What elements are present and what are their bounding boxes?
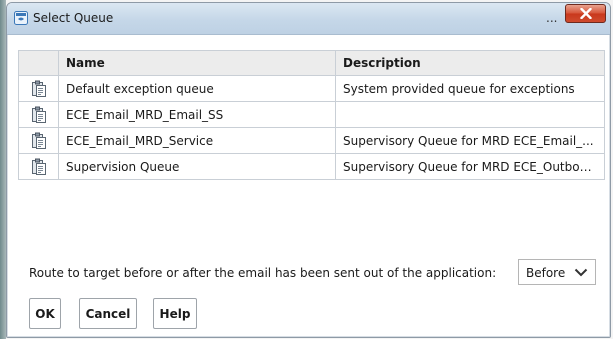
queue-description-cell: Supervisory Queue for MRD ECE_Email_... (335, 127, 605, 154)
route-timing-dropdown[interactable]: Before (518, 259, 596, 285)
chevron-down-icon (574, 268, 588, 277)
ok-button[interactable]: OK (29, 298, 61, 329)
table-row[interactable]: ECE_Email_MRD_Email_SS (18, 101, 605, 128)
close-icon (580, 8, 592, 19)
queue-clipboard-icon (31, 132, 46, 149)
table-row[interactable]: Default exception queue System provided … (18, 75, 605, 102)
row-icon-cell (18, 127, 59, 154)
queue-description-cell: System provided queue for exceptions (335, 75, 605, 102)
title-bar[interactable]: Select Queue ... (7, 3, 610, 35)
title-ellipsis: ... (546, 11, 558, 25)
queue-name-cell: ECE_Email_MRD_Email_SS (58, 101, 336, 128)
queue-name-cell: Supervision Queue (58, 153, 336, 180)
dialog-title: Select Queue (33, 11, 114, 25)
table-row[interactable]: ECE_Email_MRD_Service Supervisory Queue … (18, 127, 605, 154)
queue-clipboard-icon (31, 106, 46, 123)
column-header-description[interactable]: Description (335, 50, 605, 76)
select-queue-dialog: Select Queue ... Name Description Defaul… (6, 2, 611, 338)
close-button[interactable] (565, 4, 606, 23)
table-header-row: Name Description (18, 50, 605, 76)
queue-description-cell (335, 101, 605, 128)
app-window-icon (14, 11, 28, 25)
route-timing-value: Before (526, 266, 566, 280)
table-row[interactable]: Supervision Queue Supervisory Queue for … (18, 153, 605, 180)
icon-column-header (18, 50, 59, 76)
cancel-button[interactable]: Cancel (79, 298, 137, 329)
help-button[interactable]: Help (153, 298, 197, 329)
route-option-label: Route to target before or after the emai… (29, 266, 497, 280)
column-header-name[interactable]: Name (58, 50, 336, 76)
queue-clipboard-icon (31, 158, 46, 175)
queue-table: Name Description Default exception queue… (18, 50, 605, 180)
row-icon-cell (18, 75, 59, 102)
row-icon-cell (18, 101, 59, 128)
row-icon-cell (18, 153, 59, 180)
queue-name-cell: Default exception queue (58, 75, 336, 102)
queue-description-cell: Supervisory Queue for MRD ECE_Outbou... (335, 153, 605, 180)
queue-name-cell: ECE_Email_MRD_Service (58, 127, 336, 154)
queue-clipboard-icon (31, 80, 46, 97)
